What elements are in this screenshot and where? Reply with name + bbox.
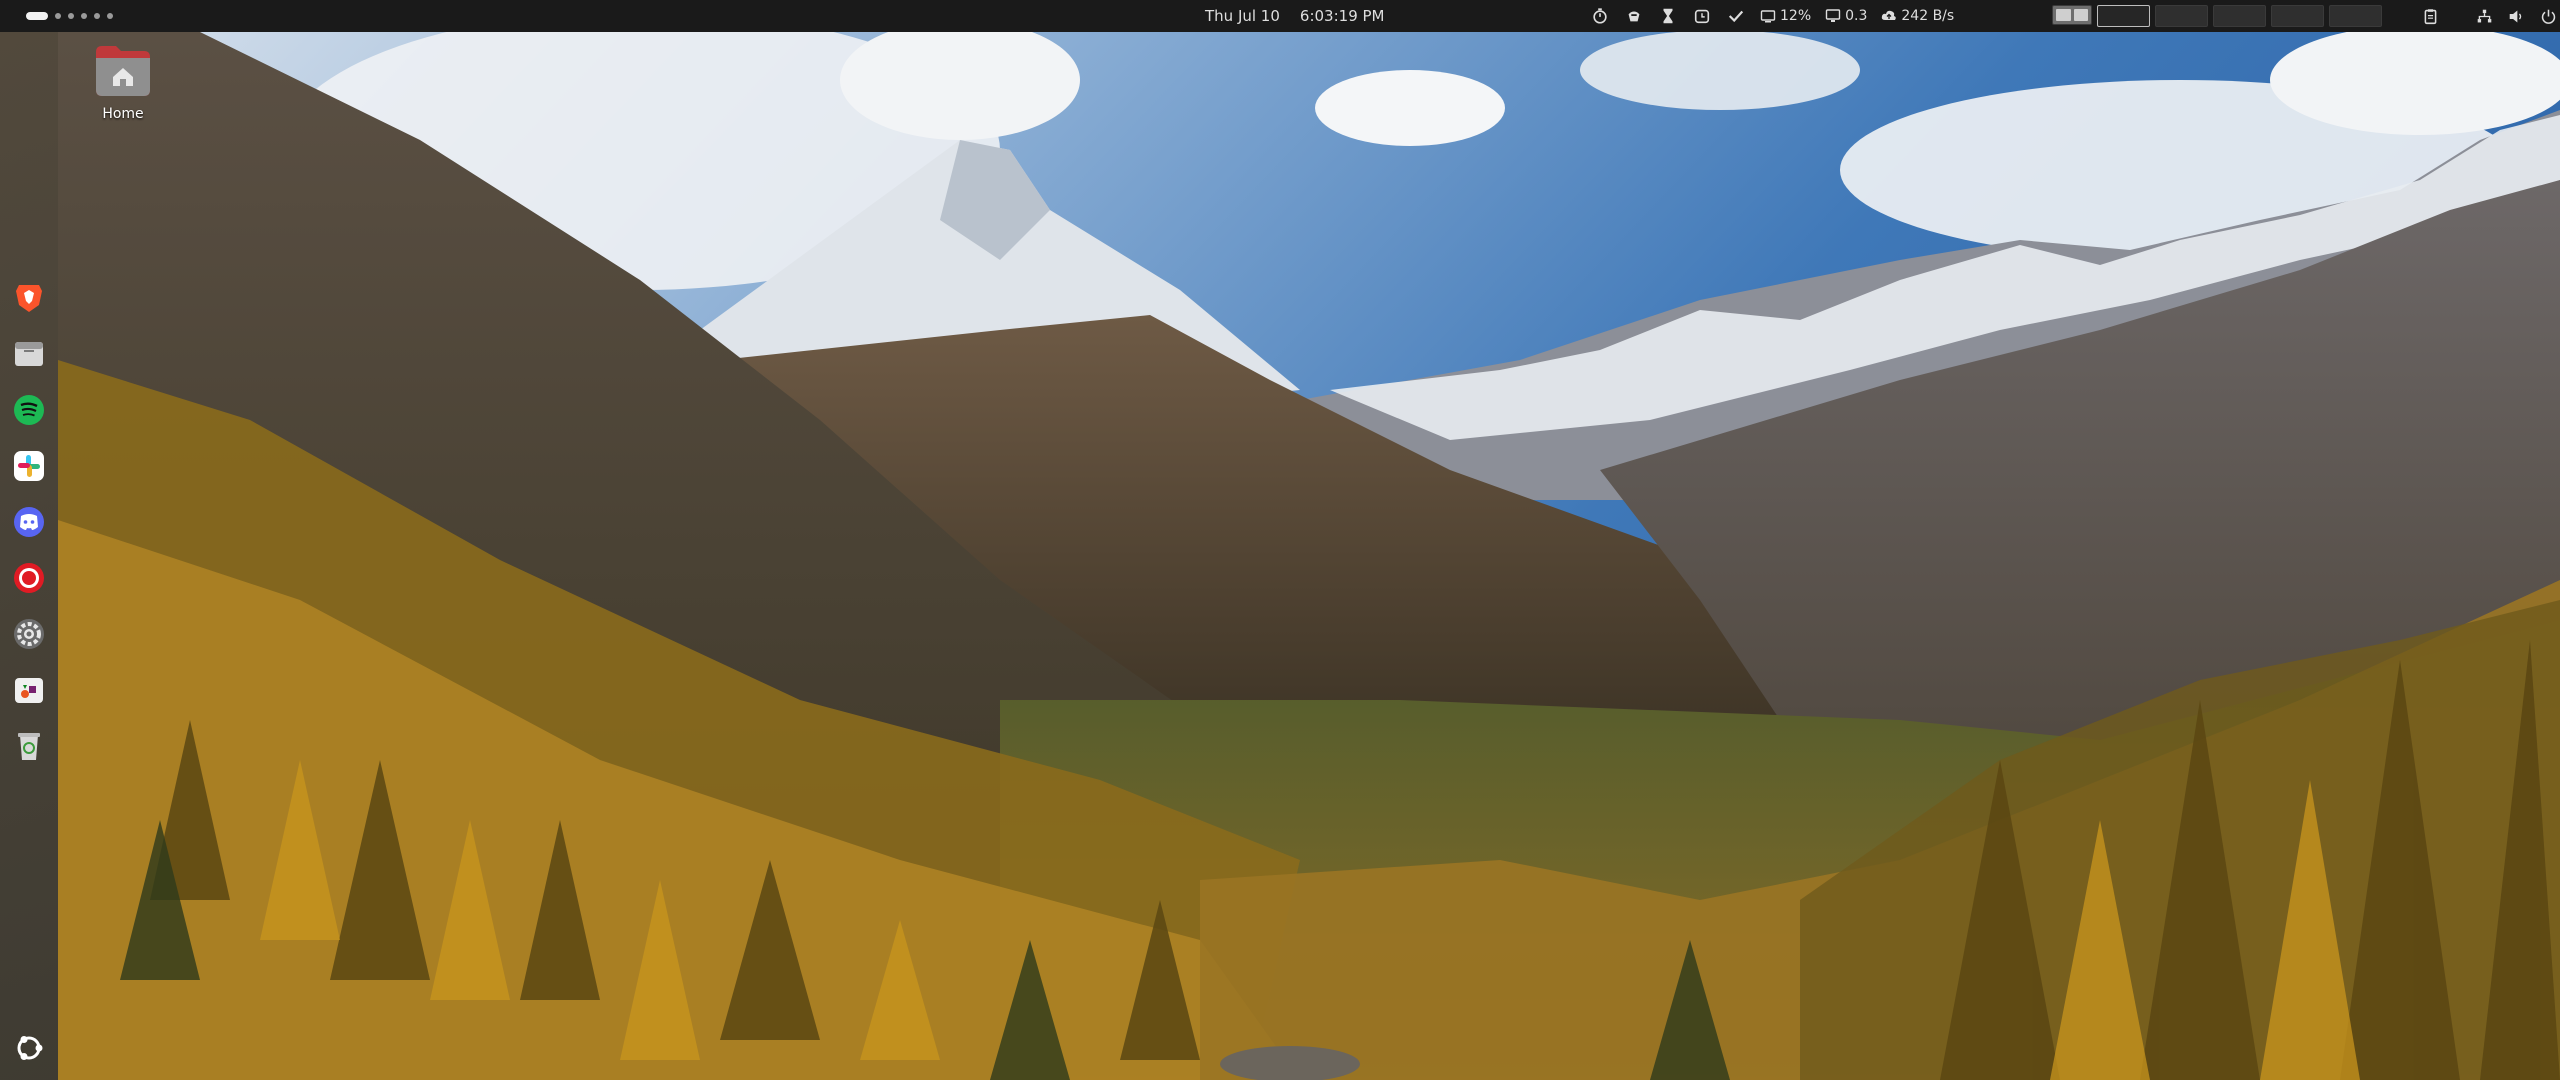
system-tray <box>2420 0 2558 32</box>
clock-date: Thu Jul 10 <box>1205 7 1280 25</box>
checkmark-icon[interactable] <box>1726 6 1746 26</box>
workspace-2[interactable] <box>2097 5 2150 27</box>
dock-spotify[interactable] <box>11 392 47 428</box>
dock-discord[interactable] <box>11 504 47 540</box>
brave-lion-icon <box>16 285 42 312</box>
desktop-wallpaper <box>0 0 2560 1080</box>
dock-files[interactable] <box>11 336 47 372</box>
gear-icon <box>14 619 44 649</box>
dock-show-apps[interactable] <box>11 1030 47 1066</box>
power-icon[interactable] <box>2538 6 2558 26</box>
monitor-icon <box>1825 9 1841 22</box>
network-speed[interactable]: 242 B/s <box>1881 8 1954 24</box>
workspace-5[interactable] <box>2271 5 2324 27</box>
home-folder-icon <box>96 46 150 96</box>
extension-indicators: 12% 0.3 242 B/s <box>1590 0 1954 32</box>
top-panel: Thu Jul 10 6:03:19 PM 12% 0.3 242 B/s <box>0 0 2560 32</box>
workspace-dot <box>81 13 87 19</box>
dock-settings[interactable] <box>11 616 47 652</box>
trash-icon <box>18 733 40 760</box>
net-value: 242 B/s <box>1901 8 1955 24</box>
dock-screen-recorder[interactable] <box>11 560 47 596</box>
desktop-home-folder[interactable]: Home <box>88 42 158 122</box>
system-load[interactable]: 0.3 <box>1825 8 1867 24</box>
slack-icon <box>14 451 44 481</box>
record-icon <box>14 563 44 593</box>
discord-icon <box>14 507 44 537</box>
dock <box>0 32 58 1080</box>
workspace-dot <box>107 13 113 19</box>
files-icon <box>15 342 43 366</box>
workspace-dot <box>94 13 100 19</box>
stopwatch-icon[interactable] <box>1590 6 1610 26</box>
workspace-4[interactable] <box>2213 5 2266 27</box>
workspace-dot-active <box>26 12 48 20</box>
workspace-3[interactable] <box>2155 5 2208 27</box>
dock-brave-browser[interactable] <box>11 280 47 316</box>
clock-time: 6:03:19 PM <box>1299 7 1385 25</box>
ubuntu-logo-icon <box>17 1036 43 1060</box>
dock-slack[interactable] <box>11 448 47 484</box>
cloud-upload-icon <box>1882 10 1897 20</box>
cpu-icon <box>1760 10 1776 23</box>
caffeine-icon[interactable] <box>1624 6 1644 26</box>
spotify-icon <box>14 395 44 425</box>
app-center-icon <box>15 678 43 703</box>
volume-icon[interactable] <box>2506 6 2526 26</box>
cpu-usage[interactable]: 12% <box>1760 8 1811 24</box>
workspace-switcher <box>2052 5 2382 27</box>
workspace-dot <box>55 13 61 19</box>
dock-app-center[interactable] <box>11 672 47 708</box>
activities-indicator[interactable] <box>26 11 113 21</box>
cpu-value: 12% <box>1780 8 1812 24</box>
hourglass-icon[interactable] <box>1658 6 1678 26</box>
workspace-1[interactable] <box>2052 5 2092 25</box>
network-wired-icon[interactable] <box>2474 6 2494 26</box>
home-folder-label: Home <box>102 106 144 122</box>
load-value: 0.3 <box>1845 8 1868 24</box>
alarm-icon[interactable] <box>1692 6 1712 26</box>
dock-trash[interactable] <box>11 728 47 764</box>
clock[interactable]: Thu Jul 10 6:03:19 PM <box>1205 0 1385 32</box>
clipboard-icon[interactable] <box>2420 6 2440 26</box>
workspace-6[interactable] <box>2329 5 2382 27</box>
workspace-dot <box>68 13 74 19</box>
